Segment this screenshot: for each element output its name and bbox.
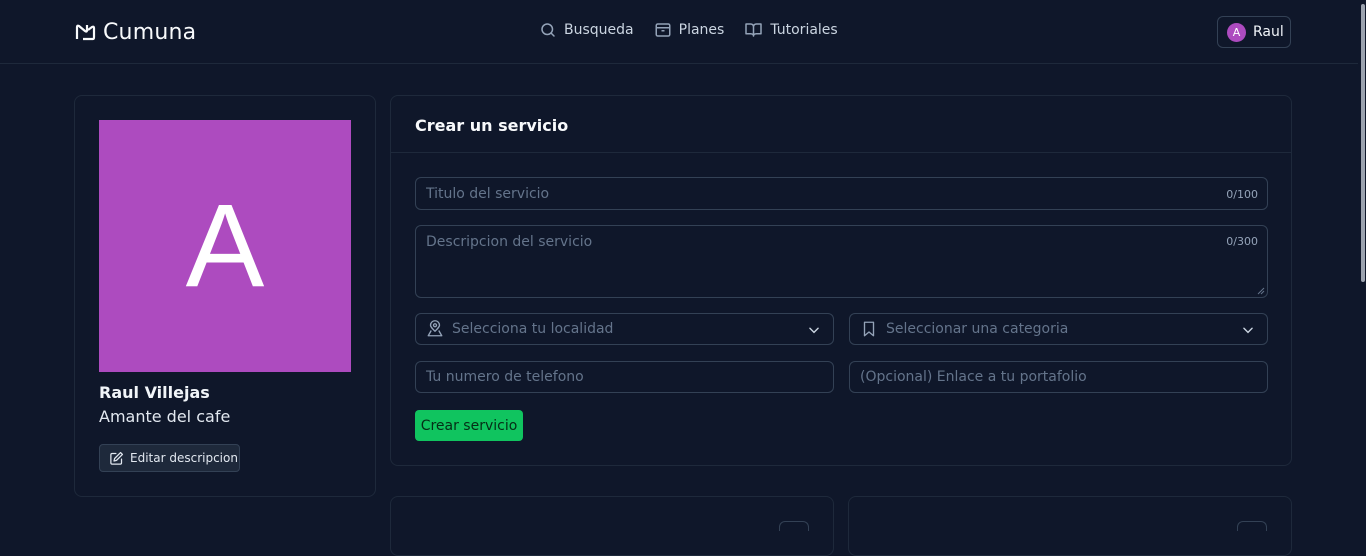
service-card-stub	[848, 496, 1292, 556]
profile-card: A Raul Villejas Amante del cafe Editar d…	[74, 95, 376, 497]
nav-item-tutoriales[interactable]: Tutoriales	[744, 21, 838, 39]
card-title: Crear un servicio	[415, 116, 569, 135]
service-card-stub	[390, 496, 834, 556]
card-action-button[interactable]	[779, 521, 809, 531]
profile-avatar: A	[99, 120, 351, 372]
location-select-value: Selecciona tu localidad	[452, 321, 614, 337]
avatar: A	[1227, 22, 1246, 42]
service-description-input[interactable]	[416, 226, 1267, 297]
chevron-down-icon	[1243, 327, 1253, 334]
category-select-value: Seleccionar una categoria	[886, 321, 1069, 337]
bookmark-icon	[863, 321, 875, 337]
user-menu-button[interactable]: A Raul	[1217, 16, 1291, 48]
scrollbar-thumb[interactable]	[1361, 4, 1365, 282]
nav-label: Busqueda	[564, 22, 634, 38]
cumuna-logo-icon	[75, 24, 96, 41]
portfolio-input[interactable]	[850, 362, 1267, 392]
create-service-button[interactable]: Crear servicio	[415, 410, 523, 441]
profile-description: Amante del cafe	[99, 407, 231, 426]
service-description-field[interactable]: 0/300	[415, 225, 1268, 298]
resize-handle-icon[interactable]	[1257, 287, 1265, 295]
edit-description-button[interactable]: Editar descripcion	[99, 444, 240, 472]
brand-name: Cumuna	[103, 19, 197, 45]
phone-field[interactable]	[415, 361, 834, 393]
map-pin-icon	[427, 320, 443, 337]
description-char-counter: 0/300	[1226, 235, 1258, 248]
nav-label: Tutoriales	[770, 22, 838, 38]
nav-item-busqueda[interactable]: Busqueda	[539, 21, 634, 39]
main-nav: Busqueda Planes Tutoriales	[539, 21, 838, 39]
edit-icon	[110, 451, 124, 465]
portfolio-field[interactable]	[849, 361, 1268, 393]
category-select[interactable]: Seleccionar una categoria	[849, 313, 1268, 345]
service-title-field[interactable]: 0/100	[415, 177, 1268, 210]
location-select[interactable]: Selecciona tu localidad	[415, 313, 834, 345]
phone-input[interactable]	[416, 362, 833, 392]
title-char-counter: 0/100	[1226, 188, 1258, 201]
book-open-icon	[745, 23, 763, 37]
nav-label: Planes	[678, 22, 725, 38]
profile-name: Raul Villejas	[99, 383, 210, 402]
user-name: Raul	[1253, 24, 1284, 40]
card-header: Crear un servicio	[391, 96, 1291, 153]
service-title-input[interactable]	[416, 178, 1267, 209]
create-service-card: Crear un servicio 0/100 0/300 Selecciona…	[390, 95, 1292, 466]
search-icon	[541, 23, 555, 37]
card-action-button[interactable]	[1237, 521, 1267, 531]
chevron-down-icon	[809, 327, 819, 334]
archive-icon	[655, 23, 671, 37]
brand-logo[interactable]: Cumuna	[74, 19, 197, 45]
top-navbar: Cumuna Busqueda Planes Tutoriales A Raul	[0, 0, 1358, 64]
edit-description-label: Editar descripcion	[130, 451, 238, 465]
nav-item-planes[interactable]: Planes	[654, 21, 725, 39]
